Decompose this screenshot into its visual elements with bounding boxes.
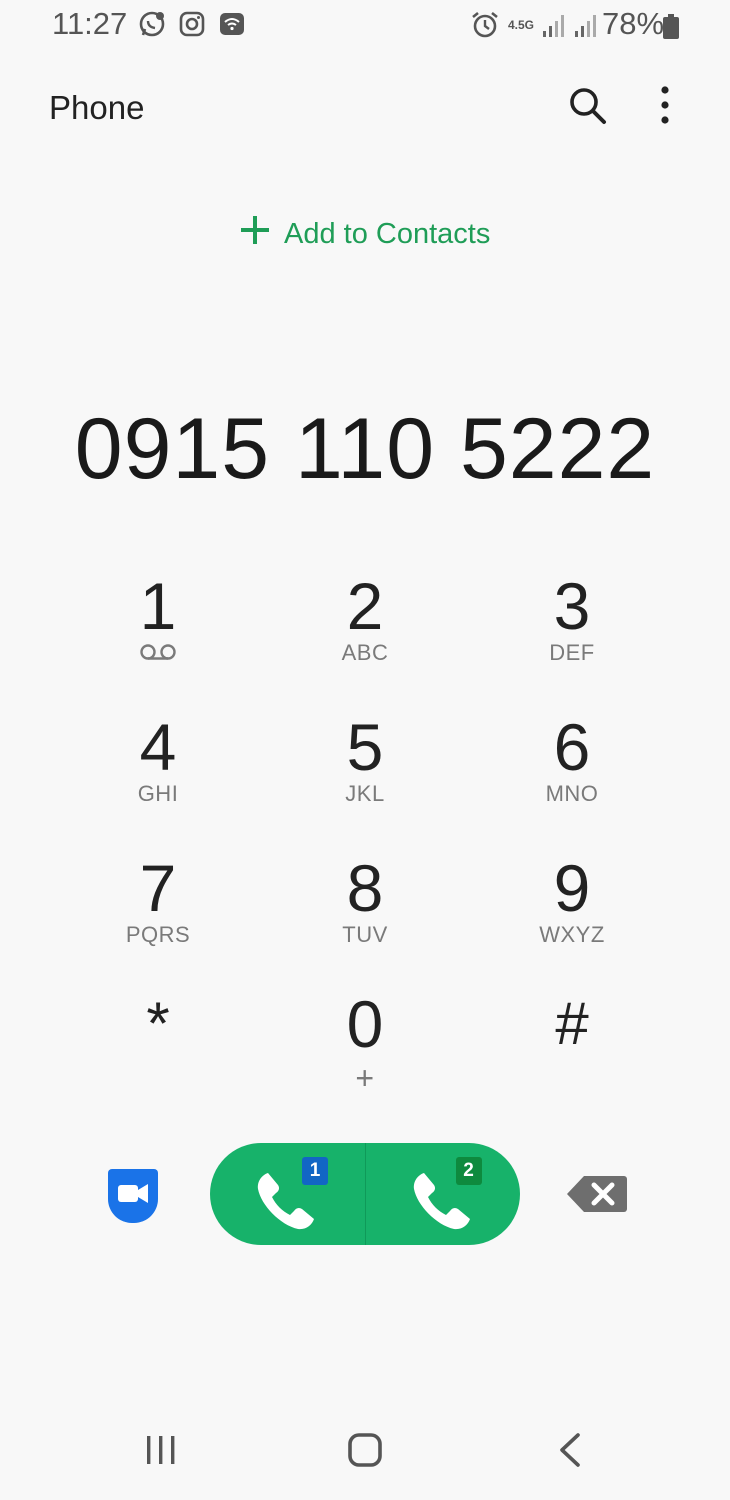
page-title: Phone	[49, 89, 145, 126]
system-nav-bar	[0, 1410, 730, 1490]
key-7[interactable]: 7 PQRS	[78, 852, 238, 962]
instagram-icon	[178, 10, 206, 46]
key-8[interactable]: 8 TUV	[285, 852, 445, 962]
status-bar: 11:27 4.5G 78%	[0, 0, 730, 50]
backspace-icon[interactable]	[566, 1174, 628, 1214]
search-icon[interactable]	[566, 84, 608, 126]
key-1[interactable]: 1	[78, 570, 238, 680]
alarm-icon	[470, 10, 500, 48]
call-sim1-button[interactable]: 1	[210, 1143, 365, 1245]
add-to-contacts-label: Add to Contacts	[284, 217, 491, 250]
call-sim2-button[interactable]: 2	[366, 1143, 521, 1245]
key-hash[interactable]: #	[492, 988, 652, 1098]
voicemail-icon	[78, 642, 238, 666]
sim2-badge: 2	[455, 1157, 482, 1185]
key-star[interactable]: *	[78, 988, 238, 1098]
more-vert-icon[interactable]	[650, 84, 680, 126]
status-time: 11:27	[52, 6, 128, 41]
wifi-call-icon	[218, 10, 246, 46]
dialed-number[interactable]: 0915 110 5222	[0, 400, 730, 499]
call-actions: 1 2	[0, 1140, 730, 1250]
key-6[interactable]: 6 MNO	[492, 711, 652, 821]
plus-icon	[238, 213, 272, 255]
sim1-badge: 1	[302, 1157, 328, 1185]
call-button-group: 1 2	[210, 1143, 520, 1245]
key-3[interactable]: 3 DEF	[492, 570, 652, 680]
key-5[interactable]: 5 JKL	[285, 711, 445, 821]
battery-icon	[662, 12, 680, 48]
whatsapp-icon	[138, 10, 166, 46]
back-icon[interactable]	[556, 1432, 584, 1473]
key-9[interactable]: 9 WXYZ	[492, 852, 652, 962]
video-call-icon[interactable]	[104, 1165, 162, 1223]
network-type: 4.5G	[508, 18, 535, 32]
key-2[interactable]: 2 ABC	[285, 570, 445, 680]
signal-icon	[574, 11, 598, 47]
add-to-contacts-button[interactable]: Add to Contacts	[238, 210, 490, 258]
key-4[interactable]: 4 GHI	[78, 711, 238, 821]
key-0[interactable]: 0 +	[285, 988, 445, 1098]
home-icon[interactable]	[347, 1432, 383, 1473]
battery-percent: 78%	[602, 6, 665, 41]
signal-icon	[542, 11, 566, 47]
recents-icon[interactable]	[145, 1434, 177, 1471]
app-bar: Phone	[0, 70, 730, 140]
